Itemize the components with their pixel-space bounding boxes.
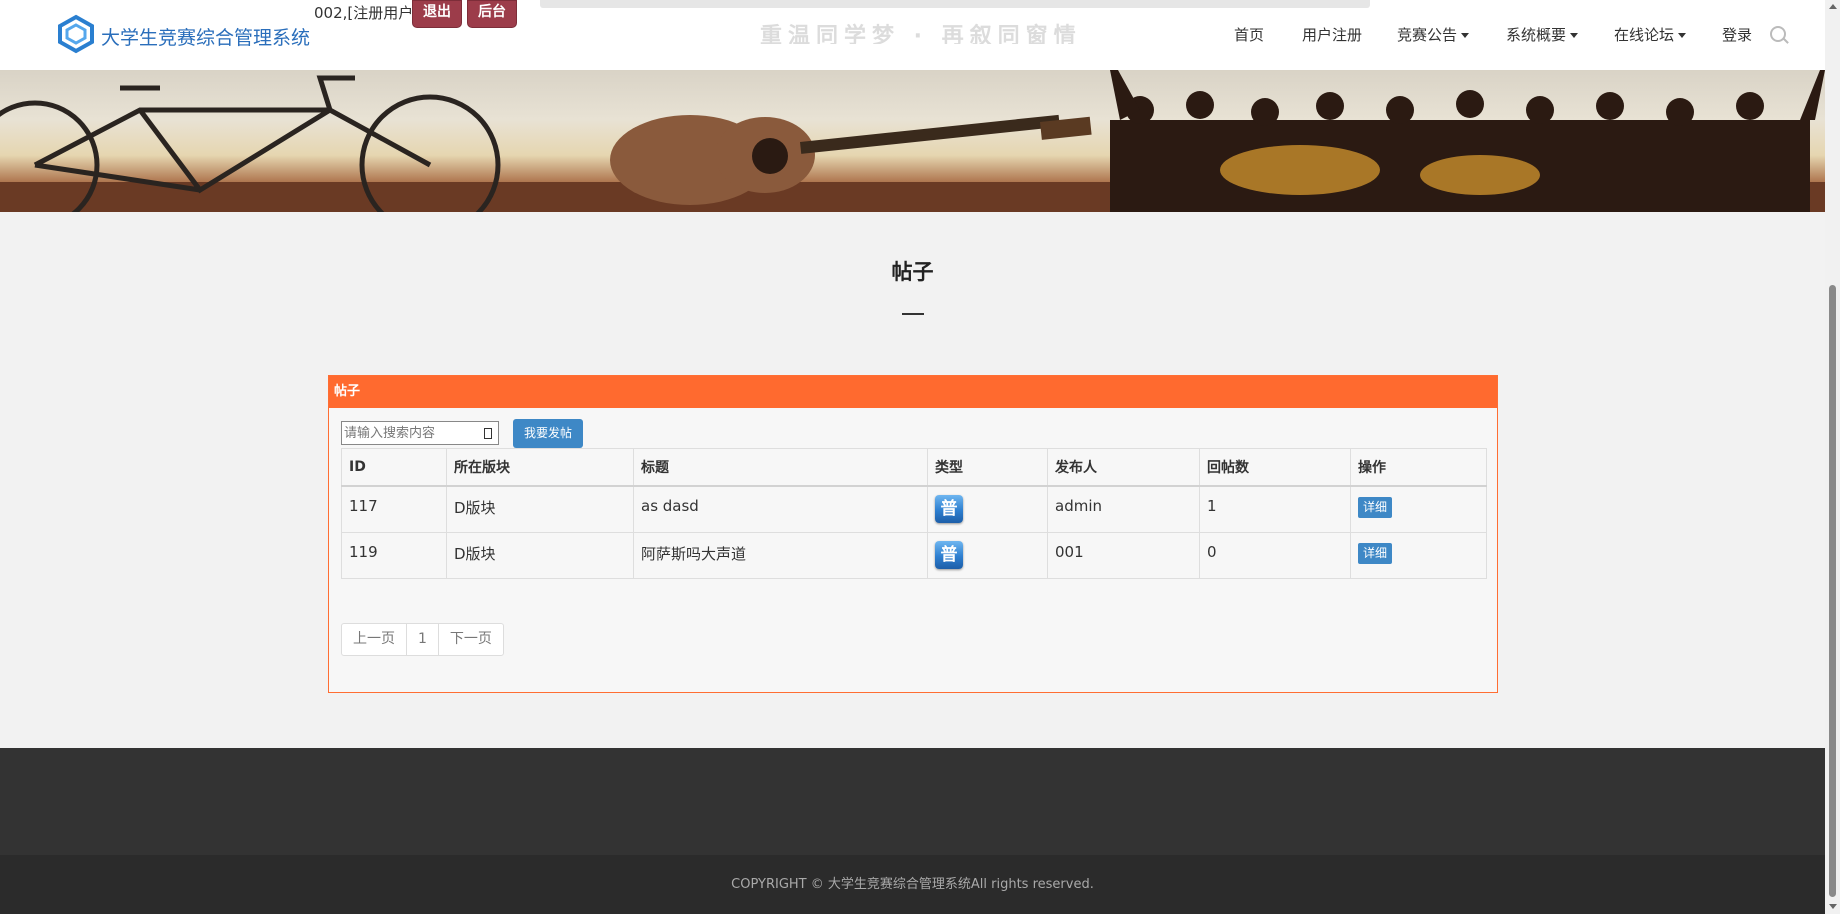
- nav-announcements-label: 竞赛公告: [1397, 26, 1458, 44]
- column-header-id: ID: [341, 448, 447, 487]
- cell-type: 普: [927, 531, 1048, 579]
- footer-copyright: COPYRIGHT © 大学生竞赛综合管理系统All rights reserv…: [0, 855, 1825, 914]
- cell-replies: 1: [1199, 485, 1351, 533]
- page-title: 帖子: [891, 260, 934, 284]
- footer-top: [0, 748, 1825, 855]
- nav-announcements[interactable]: 竞赛公告: [1397, 24, 1470, 45]
- column-header-action: 操作: [1350, 448, 1487, 487]
- banner-slogan: 重温同学梦 · 再叙同窗情: [760, 24, 1082, 44]
- next-page-button[interactable]: 下一页: [439, 624, 503, 655]
- posts-panel: 帖子 我要发帖 ID 所在版块 标题 类型 发布人 回帖数 操作 117 D版块…: [328, 375, 1498, 693]
- caret-down-icon: [1570, 33, 1579, 38]
- input-caret-icon: [484, 428, 492, 439]
- nav-overview[interactable]: 系统概要: [1506, 24, 1579, 45]
- cell-type: 普: [927, 485, 1048, 533]
- pagination: 上一页 1 下一页: [341, 623, 504, 656]
- normal-post-icon: 普: [935, 540, 963, 569]
- search-icon[interactable]: [1770, 26, 1786, 42]
- scroll-down-icon[interactable]: [1829, 904, 1837, 909]
- nav-home[interactable]: 首页: [1234, 24, 1264, 45]
- cell-title: as dasd: [633, 485, 928, 533]
- column-header-type: 类型: [927, 448, 1048, 487]
- nav-login[interactable]: 登录: [1722, 24, 1752, 45]
- prev-page-button[interactable]: 上一页: [342, 624, 407, 655]
- table-row: 117 D版块 as dasd 普 admin 1 详细: [341, 485, 1487, 533]
- detail-button[interactable]: 详细: [1358, 497, 1393, 518]
- title-divider: [902, 313, 924, 315]
- cell-id: 119: [341, 531, 447, 579]
- caret-down-icon: [1461, 33, 1470, 38]
- cell-replies: 0: [1199, 531, 1351, 579]
- top-navbar: 重温同学梦 · 再叙同窗情 大学生竞赛综合管理系统 002,[注册用户] 退出 …: [0, 0, 1825, 70]
- panel-heading: 帖子: [329, 376, 1497, 408]
- current-user-info: 002,[注册用户]: [314, 4, 420, 22]
- nav-register[interactable]: 用户注册: [1302, 24, 1362, 45]
- page-scrollbar[interactable]: [1825, 0, 1840, 914]
- table-header-row: ID 所在版块 标题 类型 发布人 回帖数 操作: [341, 448, 1487, 487]
- hexagon-logo-icon: [55, 14, 97, 58]
- scroll-up-icon[interactable]: [1829, 4, 1837, 9]
- detail-button[interactable]: 详细: [1358, 542, 1393, 564]
- logout-button[interactable]: 退出: [412, 0, 462, 28]
- cell-title: 阿萨斯吗大声道: [633, 531, 928, 579]
- column-header-replies: 回帖数: [1199, 448, 1351, 487]
- new-post-button[interactable]: 我要发帖: [513, 419, 583, 448]
- cell-board: D版块: [446, 485, 634, 533]
- caret-down-icon: [1678, 33, 1687, 38]
- site-title: 大学生竞赛综合管理系统: [101, 26, 311, 49]
- cell-board: D版块: [446, 531, 634, 579]
- cell-action: 详细: [1350, 485, 1487, 533]
- cell-action: 详细: [1350, 531, 1487, 579]
- nav-overview-label: 系统概要: [1506, 26, 1567, 44]
- column-header-board: 所在版块: [446, 448, 634, 487]
- cell-author: 001: [1047, 531, 1200, 579]
- page-number-button[interactable]: 1: [407, 624, 439, 655]
- admin-button[interactable]: 后台: [467, 0, 517, 28]
- scrollbar-thumb[interactable]: [1829, 285, 1836, 897]
- hero-banner-image: [0, 70, 1825, 212]
- site-logo[interactable]: 大学生竞赛综合管理系统: [55, 14, 310, 58]
- nav-forum-label: 在线论坛: [1614, 26, 1675, 44]
- table-row: 119 D版块 阿萨斯吗大声道 普 001 0 详细: [341, 531, 1487, 579]
- search-input[interactable]: [341, 421, 499, 445]
- nav-forum[interactable]: 在线论坛: [1614, 24, 1687, 45]
- cell-id: 117: [341, 485, 447, 533]
- normal-post-icon: 普: [935, 495, 963, 523]
- posts-table: ID 所在版块 标题 类型 发布人 回帖数 操作 117 D版块 as dasd…: [341, 448, 1487, 579]
- column-header-author: 发布人: [1047, 448, 1200, 487]
- column-header-title: 标题: [633, 448, 928, 487]
- cell-author: admin: [1047, 485, 1200, 533]
